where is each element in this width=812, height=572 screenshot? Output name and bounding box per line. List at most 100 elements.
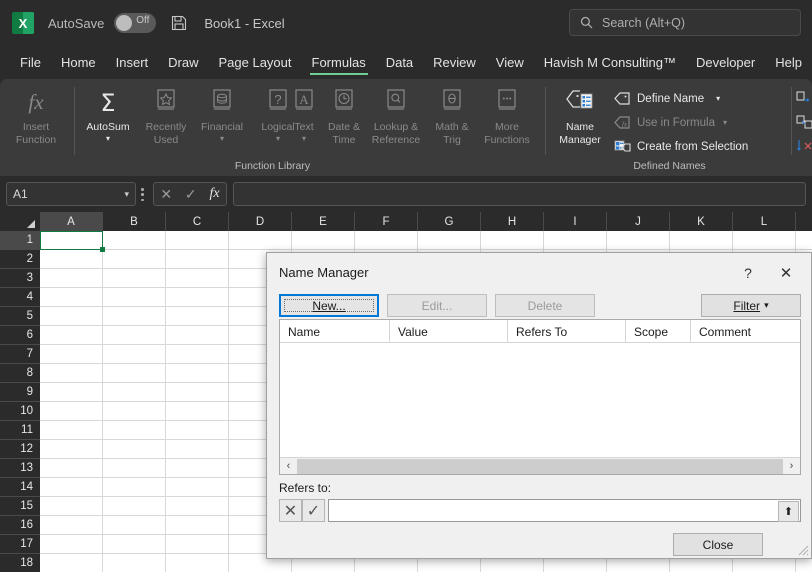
grid-cell-A13[interactable]: [40, 459, 103, 478]
close-button[interactable]: Close: [673, 533, 763, 556]
scroll-right-icon[interactable]: ›: [783, 458, 800, 474]
save-icon[interactable]: [170, 14, 188, 32]
math-trig-button[interactable]: Math & Trig: [424, 85, 480, 146]
tab-review[interactable]: Review: [423, 46, 486, 79]
grid-cell-B4[interactable]: [103, 288, 166, 307]
grid-cell-B1[interactable]: [103, 231, 166, 250]
resize-grip-icon[interactable]: [797, 544, 809, 556]
row-header-13[interactable]: 13: [0, 459, 40, 478]
grid-cell-A6[interactable]: [40, 326, 103, 345]
row-header-9[interactable]: 9: [0, 383, 40, 402]
grid-cell-B11[interactable]: [103, 421, 166, 440]
grid-cell-C9[interactable]: [166, 383, 229, 402]
financial-button[interactable]: Financial ▾: [194, 85, 250, 143]
tab-formulas[interactable]: Formulas: [302, 46, 376, 79]
tab-insert[interactable]: Insert: [106, 46, 159, 79]
dialog-title-bar[interactable]: Name Manager: [267, 253, 811, 291]
grid-cell-I1[interactable]: [544, 231, 607, 250]
tab-havish-m-consulting[interactable]: Havish M Consulting™: [534, 46, 686, 79]
refers-to-input[interactable]: ⬆: [328, 499, 801, 522]
new-button[interactable]: New...: [279, 294, 379, 317]
close-icon[interactable]: ✕: [775, 263, 797, 283]
grid-cell-B10[interactable]: [103, 402, 166, 421]
column-header-scope[interactable]: Scope: [626, 320, 691, 343]
grid-cell-C18[interactable]: [166, 554, 229, 572]
enter-check-icon[interactable]: ✓: [185, 186, 197, 203]
row-header-7[interactable]: 7: [0, 345, 40, 364]
tab-view[interactable]: View: [486, 46, 534, 79]
row-header-6[interactable]: 6: [0, 326, 40, 345]
grid-cell-B16[interactable]: [103, 516, 166, 535]
row-header-12[interactable]: 12: [0, 440, 40, 459]
grid-cell-C6[interactable]: [166, 326, 229, 345]
name-box[interactable]: A1 ▾: [6, 182, 136, 206]
row-header-15[interactable]: 15: [0, 497, 40, 516]
names-list[interactable]: Name Value Refers To Scope Comment ‹ ›: [279, 319, 801, 475]
grid-cell-C5[interactable]: [166, 307, 229, 326]
row-header-1[interactable]: 1: [0, 231, 40, 250]
grid-cell-C4[interactable]: [166, 288, 229, 307]
tab-file[interactable]: File: [10, 46, 51, 79]
search-input[interactable]: Search (Alt+Q): [569, 9, 801, 36]
autosave-toggle[interactable]: Off: [114, 13, 157, 33]
grid-cell-C11[interactable]: [166, 421, 229, 440]
column-header-J[interactable]: J: [607, 212, 670, 231]
tab-page-layout[interactable]: Page Layout: [209, 46, 302, 79]
column-header-H[interactable]: H: [481, 212, 544, 231]
grid-cell-A8[interactable]: [40, 364, 103, 383]
column-header-E[interactable]: E: [292, 212, 355, 231]
grid-cell-B13[interactable]: [103, 459, 166, 478]
column-header-value[interactable]: Value: [390, 320, 508, 343]
chevron-down-icon[interactable]: ▾: [220, 134, 224, 143]
grid-cell-C3[interactable]: [166, 269, 229, 288]
more-functions-button[interactable]: More Functions: [479, 85, 535, 146]
tab-draw[interactable]: Draw: [158, 46, 208, 79]
column-header-refers-to[interactable]: Refers To: [508, 320, 626, 343]
grid-cell-C1[interactable]: [166, 231, 229, 250]
row-header-2[interactable]: 2: [0, 250, 40, 269]
grid-cell-B7[interactable]: [103, 345, 166, 364]
column-header-M[interactable]: M: [796, 212, 812, 231]
column-header-L[interactable]: L: [733, 212, 796, 231]
grid-cell-A12[interactable]: [40, 440, 103, 459]
grid-cell-A18[interactable]: [40, 554, 103, 572]
date-time-button[interactable]: Date & Time: [316, 85, 372, 146]
row-header-8[interactable]: 8: [0, 364, 40, 383]
grid-cell-A16[interactable]: [40, 516, 103, 535]
column-header-D[interactable]: D: [229, 212, 292, 231]
grid-cell-B14[interactable]: [103, 478, 166, 497]
grid-cell-F1[interactable]: [355, 231, 418, 250]
grid-cell-C8[interactable]: [166, 364, 229, 383]
chevron-down-icon[interactable]: ▾: [124, 189, 129, 200]
grid-cell-B12[interactable]: [103, 440, 166, 459]
row-header-17[interactable]: 17: [0, 535, 40, 554]
grid-row[interactable]: [40, 231, 812, 250]
grid-cell-B18[interactable]: [103, 554, 166, 572]
grid-cell-B17[interactable]: [103, 535, 166, 554]
grid-cell-D1[interactable]: [229, 231, 292, 250]
grid-cell-C13[interactable]: [166, 459, 229, 478]
grid-cell-L1[interactable]: [733, 231, 796, 250]
tab-developer[interactable]: Developer: [686, 46, 765, 79]
collapse-dialog-icon[interactable]: ⬆: [778, 501, 799, 522]
grid-cell-B8[interactable]: [103, 364, 166, 383]
grid-cell-B3[interactable]: [103, 269, 166, 288]
row-header-18[interactable]: 18: [0, 554, 40, 572]
chevron-down-icon[interactable]: ▾: [723, 118, 727, 127]
selected-cell-A1[interactable]: [40, 231, 105, 252]
grid-cell-A7[interactable]: [40, 345, 103, 364]
row-header-4[interactable]: 4: [0, 288, 40, 307]
grid-cell-B6[interactable]: [103, 326, 166, 345]
recently-used-button[interactable]: Recently Used: [138, 85, 194, 146]
row-header-3[interactable]: 3: [0, 269, 40, 288]
grid-cell-A17[interactable]: [40, 535, 103, 554]
row-header-11[interactable]: 11: [0, 421, 40, 440]
grid-cell-H1[interactable]: [481, 231, 544, 250]
grid-cell-K1[interactable]: [670, 231, 733, 250]
grid-cell-J1[interactable]: [607, 231, 670, 250]
grid-cell-A11[interactable]: [40, 421, 103, 440]
trace-precedents-button[interactable]: Trac: [796, 88, 812, 109]
grid-cell-A10[interactable]: [40, 402, 103, 421]
select-all-corner[interactable]: [0, 212, 40, 231]
grid-cell-A3[interactable]: [40, 269, 103, 288]
